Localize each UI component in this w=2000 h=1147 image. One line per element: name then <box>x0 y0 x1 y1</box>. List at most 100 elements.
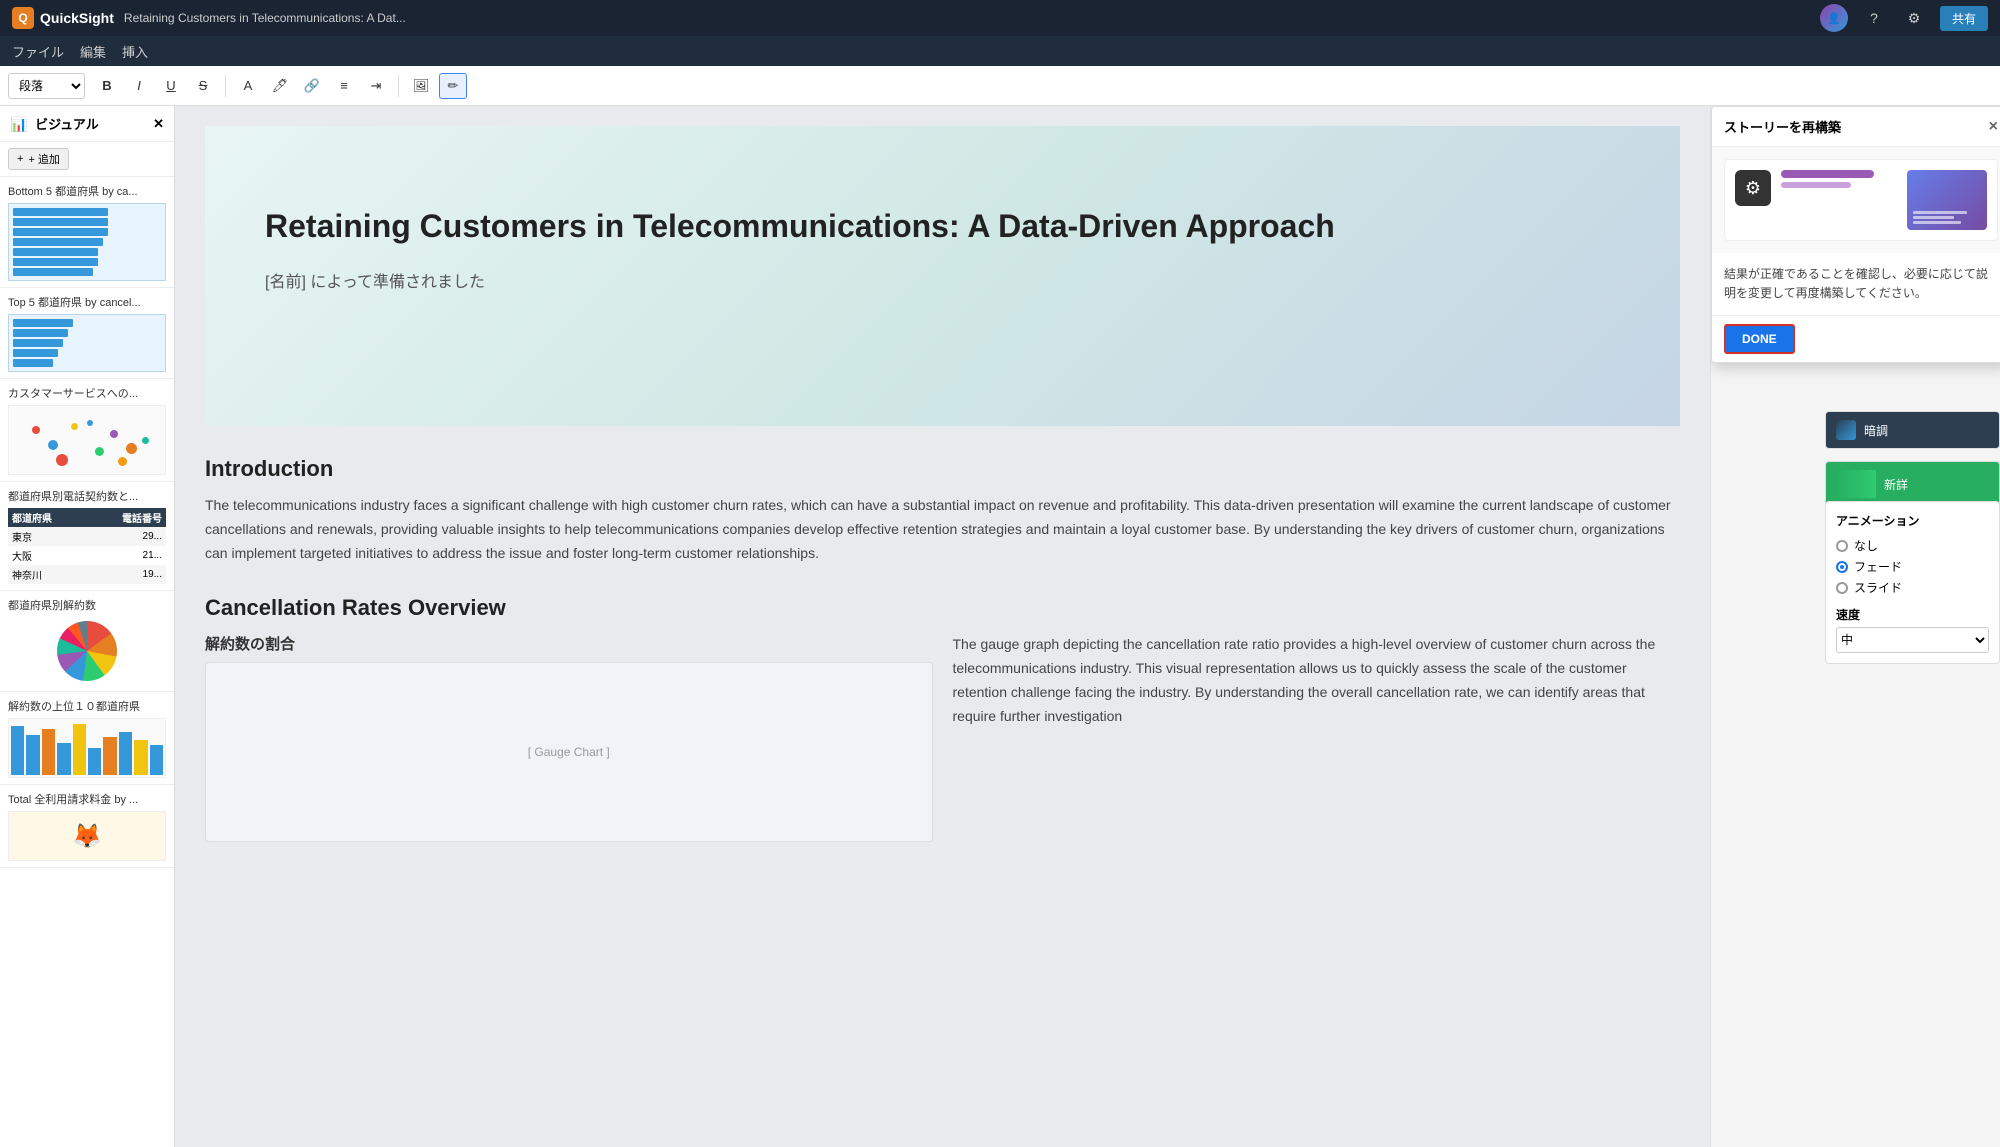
preview-image <box>1907 170 1987 230</box>
pen-button[interactable]: ✏ <box>439 73 467 99</box>
paragraph-select[interactable]: 段落 見出し1 見出し2 <box>8 73 85 99</box>
sidebar-item-title: 解約数の上位１０都道府県 <box>8 698 166 714</box>
story-rebuild-popup: ストーリーを再構築 × ⚙ <box>1711 106 2000 363</box>
toolbar: 段落 見出し1 見出し2 B I U S A 🖊 🔗 ≡ ⇥ 🖼 ✏ <box>0 66 2000 106</box>
help-icon[interactable]: ? <box>1860 4 1888 32</box>
animation-title: アニメーション <box>1836 512 1989 529</box>
doc-cover: Retaining Customers in Telecommunication… <box>205 126 1680 426</box>
share-button[interactable]: 共有 <box>1940 6 1988 31</box>
animation-options: なし フェード スライド <box>1836 537 1989 596</box>
align-button[interactable]: ≡ <box>330 73 358 99</box>
radio-none[interactable]: なし <box>1836 537 1989 554</box>
two-column-layout: 解約数の割合 [ Gauge Chart ] The gauge graph d… <box>205 633 1680 842</box>
underline-button[interactable]: U <box>157 73 185 99</box>
radio-slide[interactable]: スライド <box>1836 579 1989 596</box>
preview-bar-1 <box>1781 170 1874 178</box>
doc-subtitle: [名前] によって準備されました <box>265 268 1620 292</box>
table-preview: 都道府県 電話番号 東京29... 大阪21... 神奈川19... <box>8 508 166 584</box>
column-right: The gauge graph depicting the cancellati… <box>953 633 1681 842</box>
done-button[interactable]: DONE <box>1724 324 1795 354</box>
menu-file[interactable]: ファイル <box>12 42 64 61</box>
app-name: QuickSight <box>40 10 114 26</box>
preview-bar-2 <box>1781 182 1851 188</box>
list-item[interactable]: Bottom 5 都道府県 by ca... <box>0 177 174 288</box>
section-body: The telecommunications industry faces a … <box>205 494 1680 565</box>
section-heading: Introduction <box>205 456 1680 482</box>
indent-button[interactable]: ⇥ <box>362 73 390 99</box>
table-cell: 大阪 <box>8 546 87 565</box>
bar-chart-preview <box>13 208 161 276</box>
new-item-label: 新詳 <box>1884 476 1908 493</box>
theme-swatch <box>1836 420 1856 440</box>
table-cell: 21... <box>87 546 166 565</box>
doc-title: Retaining Customers in Telecommunication… <box>265 206 1620 248</box>
bold-button[interactable]: B <box>93 73 121 99</box>
main-area: 📊 ビジュアル ✕ ++ 追加 Bottom 5 都道府県 by ca... <box>0 106 2000 1147</box>
theme-button[interactable]: 暗調 <box>1825 411 2000 449</box>
table-cell: 29... <box>87 527 166 546</box>
gauge-chart-placeholder: [ Gauge Chart ] <box>205 662 933 842</box>
sidebar-item-title: 都道府県別解約数 <box>8 597 166 613</box>
popup-title: ストーリーを再構築 <box>1724 117 1841 136</box>
sidebar-close-icon[interactable]: ✕ <box>153 116 164 132</box>
popup-preview-area: ⚙ <box>1712 147 2000 253</box>
left-sidebar: 📊 ビジュアル ✕ ++ 追加 Bottom 5 都道府県 by ca... <box>0 106 175 1147</box>
text-color-button[interactable]: A <box>234 73 262 99</box>
right-panel: ストーリーを再構築 × ⚙ <box>1710 106 2000 1147</box>
radio-circle-fade <box>1836 561 1848 573</box>
preview-lines <box>1907 205 1987 230</box>
menu-insert[interactable]: 挿入 <box>122 42 148 61</box>
sidebar-item-title: Total 全利用請求料金 by ... <box>8 791 166 807</box>
toolbar-divider-2 <box>398 75 399 97</box>
preview-icon: ⚙ <box>1735 170 1771 206</box>
speed-select[interactable]: 中 遅い 速い <box>1836 627 1989 653</box>
document-area[interactable]: Retaining Customers in Telecommunication… <box>175 106 1710 1147</box>
italic-button[interactable]: I <box>125 73 153 99</box>
app-logo: Q QuickSight <box>12 7 114 29</box>
list-item[interactable]: 都道府県別電話契約数と... 都道府県 電話番号 東京29... 大阪21...… <box>0 482 174 591</box>
strikethrough-button[interactable]: S <box>189 73 217 99</box>
list-item[interactable]: 都道府県別解約数 <box>0 591 174 692</box>
image-button[interactable]: 🖼 <box>407 73 435 99</box>
user-avatar[interactable]: 👤 <box>1820 4 1848 32</box>
popup-description: 結果が正確であることを確認し、必要に応じて説明を変更して再度構築してください。 <box>1712 253 2000 316</box>
menubar: ファイル 編集 挿入 <box>0 36 2000 66</box>
section-heading-2: Cancellation Rates Overview <box>205 595 1680 621</box>
preview-line <box>1913 221 1961 224</box>
sidebar-item-title: Top 5 都道府県 by cancel... <box>8 294 166 310</box>
introduction-section: Introduction The telecommunications indu… <box>205 456 1680 565</box>
new-item-preview <box>1836 470 1876 498</box>
highlight-button[interactable]: 🖊 <box>266 73 294 99</box>
radio-label-none: なし <box>1854 537 1878 554</box>
sidebar-add-area: ++ 追加 <box>0 142 174 177</box>
add-visual-button[interactable]: ++ 追加 <box>8 148 69 170</box>
list-item[interactable]: カスタマーサービスへの... <box>0 379 174 482</box>
column-left: 解約数の割合 [ Gauge Chart ] <box>205 633 933 842</box>
bar-vertical-preview <box>8 718 166 778</box>
cancellation-section: Cancellation Rates Overview 解約数の割合 [ Gau… <box>205 595 1680 842</box>
link-button[interactable]: 🔗 <box>298 73 326 99</box>
table-header: 都道府県 <box>8 508 87 527</box>
radio-circle-none <box>1836 540 1848 552</box>
list-item[interactable]: 解約数の上位１０都道府県 <box>0 692 174 785</box>
topbar-right: 👤 ? ⚙ 共有 <box>1820 4 1988 32</box>
toolbar-divider-1 <box>225 75 226 97</box>
preview-card: ⚙ <box>1724 159 1998 241</box>
popup-close-button[interactable]: × <box>1989 118 1998 136</box>
table-cell: 19... <box>87 565 166 584</box>
sidebar-item-title: カスタマーサービスへの... <box>8 385 166 401</box>
list-item[interactable]: Total 全利用請求料金 by ... 🦊 <box>0 785 174 868</box>
table-cell: 東京 <box>8 527 87 546</box>
topbar: Q QuickSight Retaining Customers in Tele… <box>0 0 2000 36</box>
preview-line <box>1913 211 1967 214</box>
settings-icon[interactable]: ⚙ <box>1900 4 1928 32</box>
subsection-title: 解約数の割合 <box>205 633 933 654</box>
list-item[interactable]: Top 5 都道府県 by cancel... <box>0 288 174 379</box>
logo-icon: Q <box>12 7 34 29</box>
theme-label: 暗調 <box>1864 422 1888 439</box>
menu-edit[interactable]: 編集 <box>80 42 106 61</box>
radio-circle-slide <box>1836 582 1848 594</box>
preview-content <box>1781 170 1897 230</box>
sidebar-header: 📊 ビジュアル ✕ <box>0 106 174 142</box>
radio-fade[interactable]: フェード <box>1836 558 1989 575</box>
